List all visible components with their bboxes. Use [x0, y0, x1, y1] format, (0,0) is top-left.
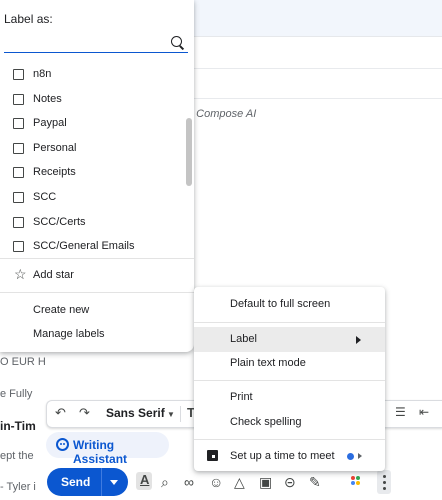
lock-icon[interactable]: ⊝ — [284, 474, 296, 490]
label-item-receipts[interactable]: Receipts — [0, 160, 186, 185]
image-icon[interactable]: ▣ — [259, 474, 272, 490]
checkbox-icon[interactable] — [13, 191, 24, 203]
label-item-n8n[interactable]: n8n — [0, 62, 186, 87]
label-item-scc-certs[interactable]: SCC/Certs — [0, 210, 186, 235]
label-item-notes[interactable]: Notes — [0, 87, 186, 112]
label-item-text: Notes — [33, 92, 62, 105]
body-fragment-accept: ept the — [0, 450, 34, 462]
send-label: Send — [61, 475, 91, 489]
add-star-label: Add star — [33, 269, 74, 281]
manage-labels-item[interactable]: Manage labels — [33, 328, 105, 340]
menu-item-label: Print — [230, 391, 253, 403]
chevron-down-icon[interactable]: ▼ — [167, 410, 175, 419]
body-fragment-fully: e Fully — [0, 388, 33, 400]
menu-item-label: Plain text mode — [230, 357, 306, 369]
redo-icon[interactable]: ↷ — [79, 405, 90, 421]
checkbox-icon[interactable] — [13, 142, 24, 154]
submenu-arrow-icon — [356, 336, 361, 344]
drive-icon[interactable]: △ — [234, 474, 245, 490]
more-options-menu: Default to full screen Label Plain text … — [194, 287, 385, 471]
menu-divider — [0, 292, 194, 293]
label-item-personal[interactable]: Personal — [0, 136, 186, 161]
send-options-chevron-icon[interactable] — [110, 480, 118, 485]
label-item-text: SCC/Certs — [33, 215, 86, 228]
label-item-text: Receipts — [33, 166, 76, 179]
search-icon — [171, 36, 182, 47]
send-button[interactable]: Send — [47, 468, 128, 496]
label-list: n8n Notes Paypal Personal Receipts SCC S… — [0, 62, 186, 259]
submenu-arrow-icon — [358, 453, 362, 459]
compose-ai-hint: n Compose AI — [187, 108, 257, 120]
label-search-input[interactable] — [4, 32, 188, 53]
label-list-scrollbar[interactable] — [186, 118, 192, 186]
label-submenu-item[interactable]: Label — [194, 327, 385, 352]
schedule-meeting-item[interactable]: Set up a time to meet — [194, 444, 385, 469]
menu-divider — [194, 322, 385, 323]
menu-item-label: Label — [230, 333, 257, 345]
label-item-scc-general-emails[interactable]: SCC/General Emails — [0, 234, 186, 259]
menu-divider — [0, 258, 194, 259]
checkbox-icon[interactable] — [13, 69, 24, 80]
menu-item-label: Check spelling — [230, 416, 302, 428]
print-item[interactable]: Print — [194, 385, 385, 410]
checkbox-icon[interactable] — [13, 167, 24, 179]
label-as-menu: Label as: n8n Notes Paypal Personal Rece… — [0, 0, 194, 352]
subject-divider — [194, 98, 442, 99]
signature-icon[interactable]: ✎ — [309, 474, 321, 490]
label-item-paypal[interactable]: Paypal — [0, 111, 186, 136]
label-item-scc[interactable]: SCC — [0, 185, 186, 210]
body-fragment-tyler: - Tyler i — [0, 481, 36, 493]
undo-icon[interactable]: ↶ — [55, 405, 66, 421]
menu-divider — [194, 439, 385, 440]
writing-assistant-label: Writing Assistant — [73, 438, 128, 466]
writing-assistant-button[interactable]: Writing Assistant — [46, 432, 169, 466]
indent-less-icon[interactable]: ⇤ — [419, 405, 429, 419]
label-item-text: Personal — [33, 141, 77, 154]
checkbox-icon[interactable] — [13, 241, 24, 253]
recipients-divider — [194, 68, 442, 69]
attach-icon[interactable]: ⌕ — [161, 474, 169, 490]
star-icon: ☆ — [14, 266, 27, 282]
toolbar-divider — [180, 406, 181, 422]
menu-item-label: Set up a time to meet — [230, 450, 335, 462]
checkbox-icon[interactable] — [13, 216, 24, 228]
label-item-text: n8n — [33, 68, 52, 80]
create-new-label-item[interactable]: Create new — [33, 304, 89, 316]
plain-text-mode-item[interactable]: Plain text mode — [194, 351, 385, 376]
checkbox-icon[interactable] — [13, 93, 24, 105]
calendar-icon — [207, 450, 218, 461]
status-dot-icon — [347, 453, 354, 460]
check-spelling-item[interactable]: Check spelling — [194, 410, 385, 435]
menu-item-label: Default to full screen — [230, 298, 331, 310]
body-fragment-intime: in-Tim — [0, 419, 36, 433]
font-family-select[interactable]: Sans Serif — [106, 406, 165, 420]
body-fragment-eur: O EUR H — [0, 356, 46, 368]
send-divider — [101, 468, 102, 496]
add-star-item[interactable]: ☆ Add star — [0, 263, 194, 287]
menu-divider — [194, 380, 385, 381]
link-icon[interactable]: ∞ — [184, 474, 194, 490]
assistant-icon — [56, 438, 69, 451]
label-item-text: SCC — [33, 190, 57, 203]
label-menu-title: Label as: — [4, 12, 53, 26]
label-item-text: SCC/General Emails — [33, 240, 135, 253]
checkbox-icon[interactable] — [13, 118, 24, 130]
more-options-icon[interactable] — [377, 470, 391, 494]
emoji-icon[interactable]: ☺ — [209, 474, 223, 490]
bulleted-list-icon[interactable]: ☰ — [395, 405, 406, 419]
formatting-options-icon[interactable]: A — [136, 472, 152, 490]
default-full-screen-item[interactable]: Default to full screen — [194, 292, 385, 317]
label-item-text: Paypal — [33, 117, 67, 130]
